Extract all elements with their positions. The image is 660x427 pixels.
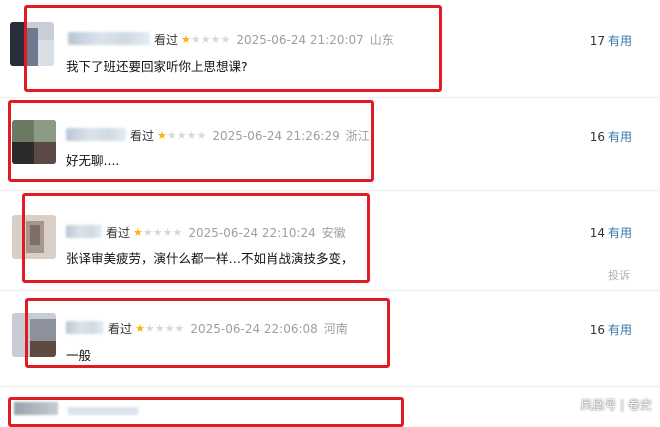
- useful-count: 16: [589, 323, 605, 337]
- divider: [0, 386, 660, 387]
- useful-vote[interactable]: 17 有用: [590, 32, 632, 49]
- watermark: 凤凰号 | 卷史: [580, 398, 652, 412]
- useful-button[interactable]: 有用: [608, 323, 632, 337]
- highlight-frame: [8, 100, 374, 182]
- useful-button[interactable]: 有用: [608, 226, 632, 240]
- useful-count: 16: [589, 130, 605, 144]
- highlight-frame: [24, 5, 442, 92]
- useful-vote[interactable]: 14 有用: [590, 224, 632, 241]
- highlight-frame: [22, 193, 370, 283]
- useful-count: 17: [589, 34, 605, 48]
- highlight-frame: [8, 397, 404, 427]
- useful-button[interactable]: 有用: [608, 34, 632, 48]
- useful-vote[interactable]: 16 有用: [590, 128, 632, 145]
- useful-button[interactable]: 有用: [608, 130, 632, 144]
- useful-vote[interactable]: 16 有用: [590, 321, 632, 338]
- report-link[interactable]: 投诉: [608, 267, 630, 283]
- highlight-frame: [25, 298, 390, 368]
- useful-count: 14: [589, 226, 605, 240]
